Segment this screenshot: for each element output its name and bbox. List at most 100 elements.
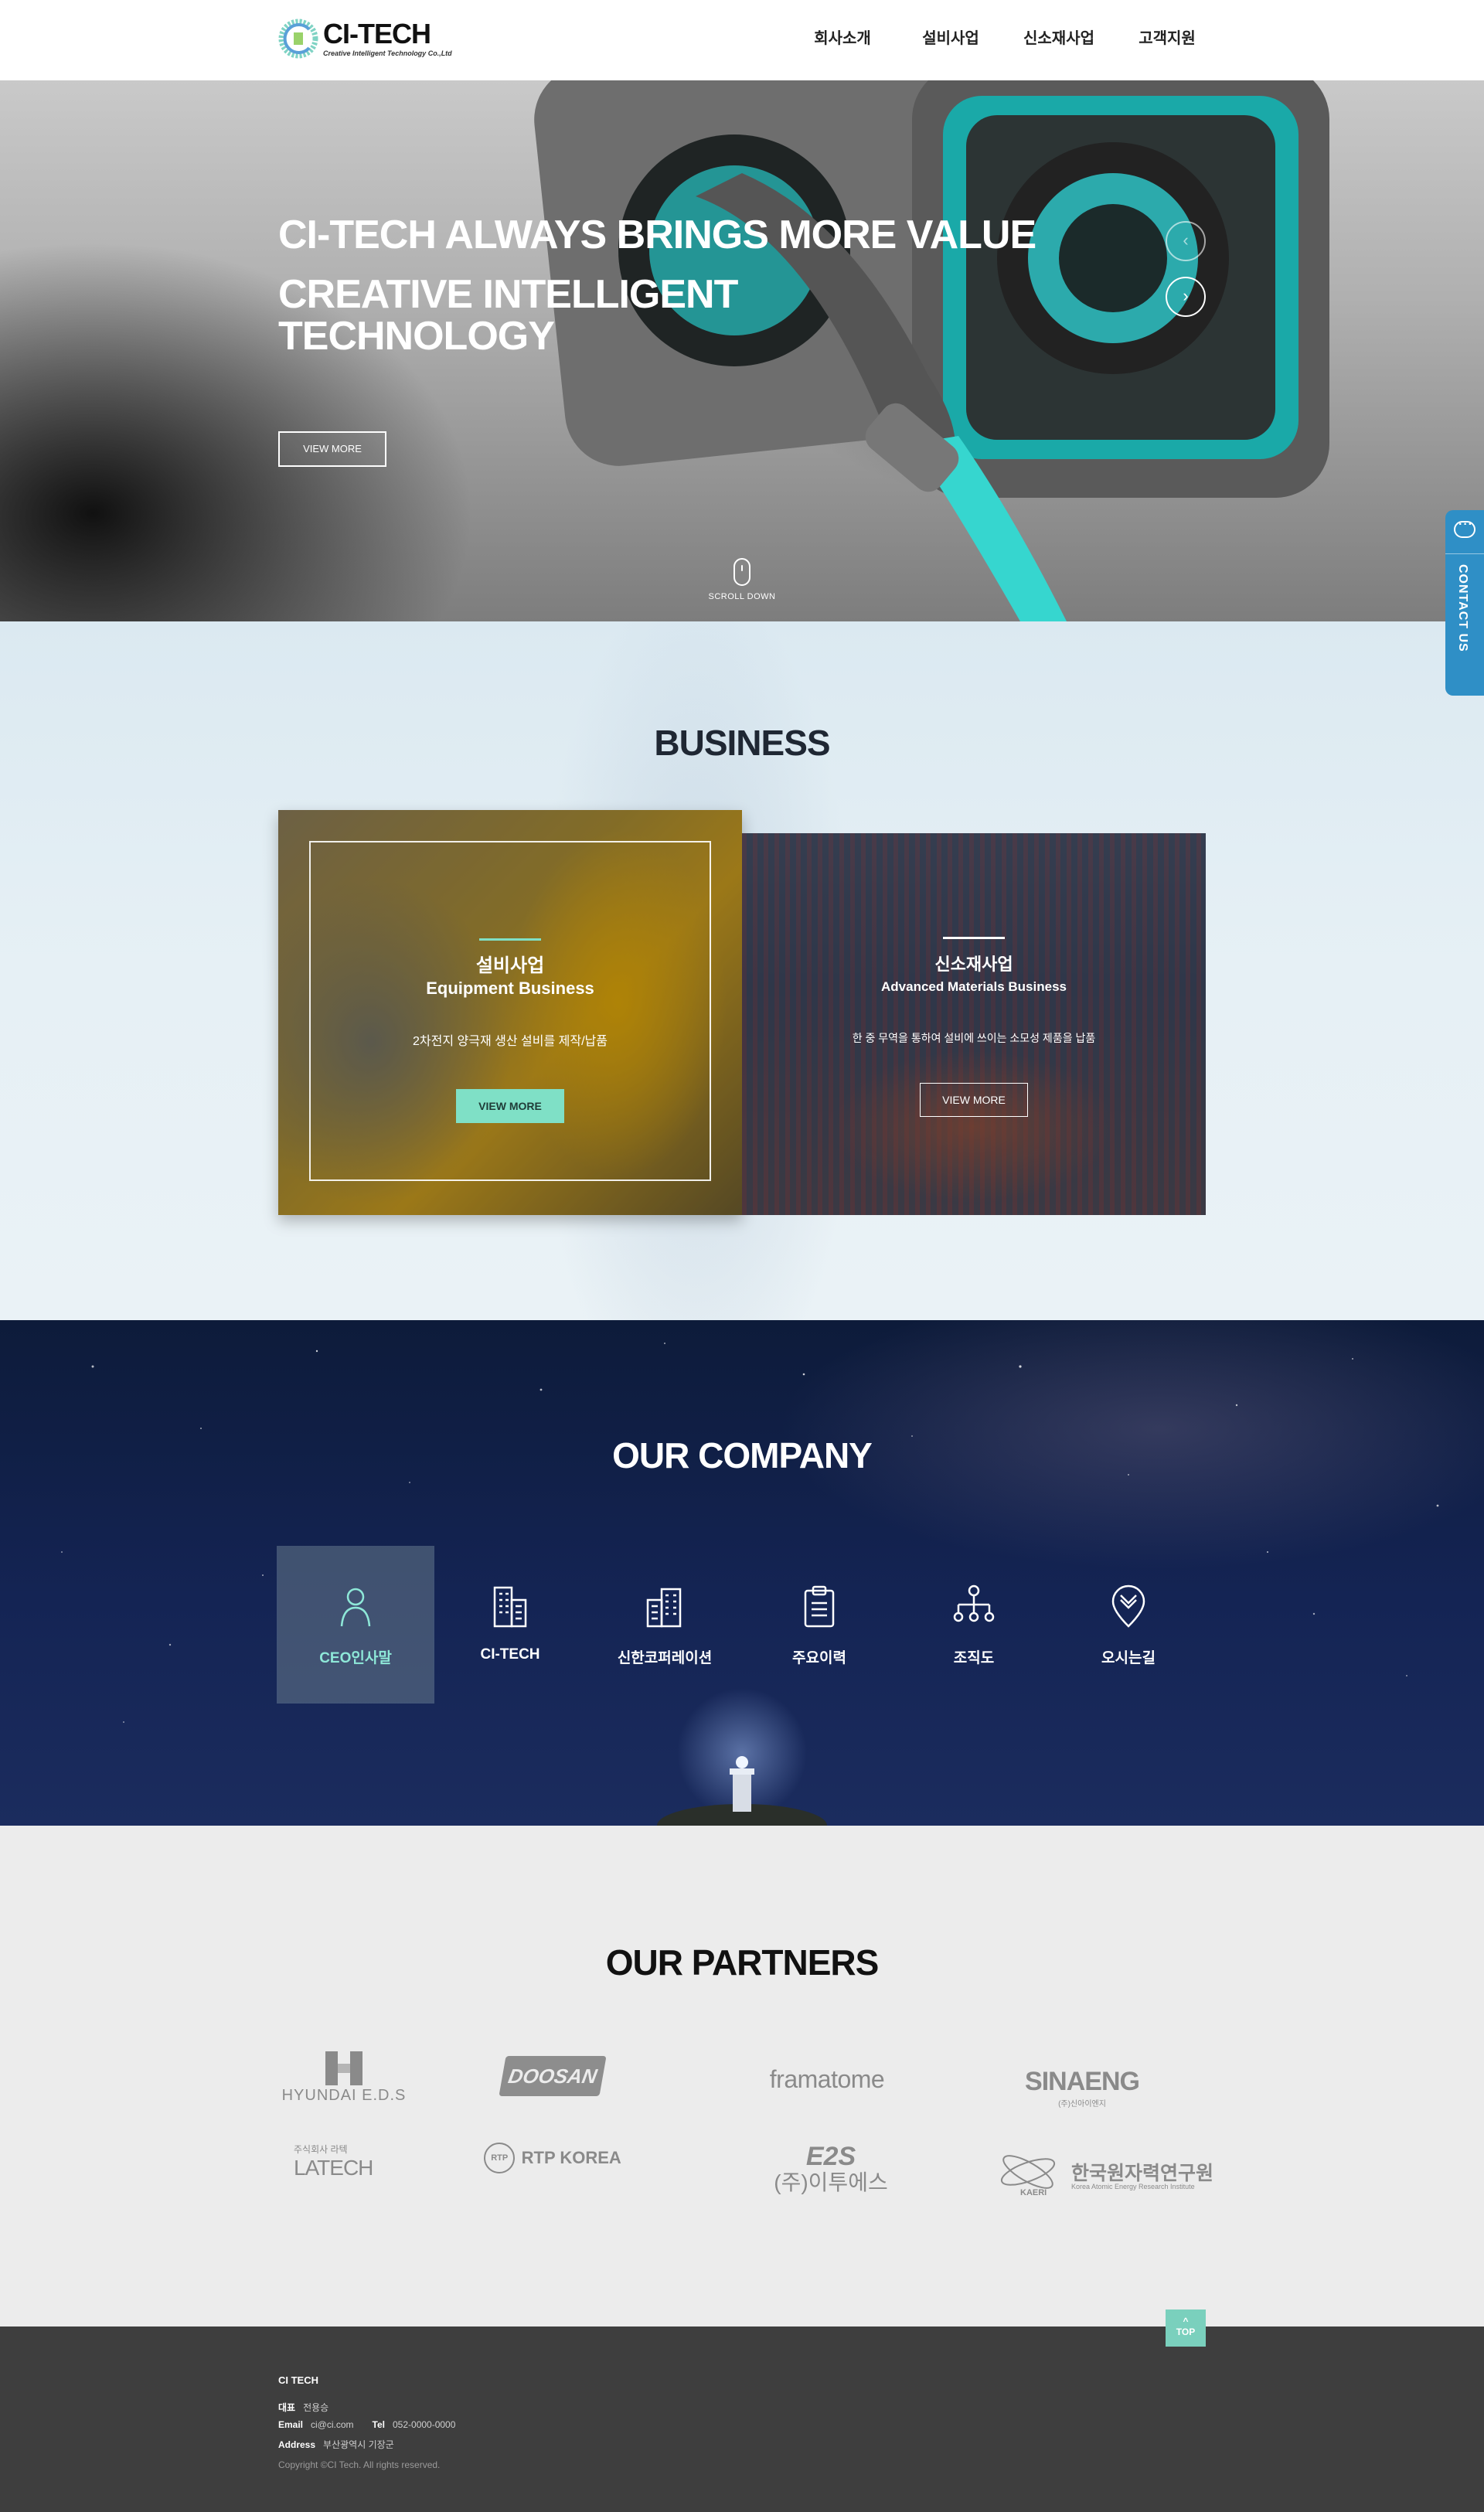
business-section: BUSINESS 설비사업 Equipment Business 2차전지 양극… [0, 621, 1484, 1320]
email-label: Email [278, 2419, 304, 2430]
footer-address: Address 부산광역시 기장군 [278, 2438, 394, 2451]
kaeri-sub: Korea Atomic Energy Research Institute [1071, 2183, 1195, 2190]
company-item-label: CI-TECH [480, 1646, 540, 1663]
company-menu: CEO인사말 CI-TECH 신한코퍼레이션 주요이력 조직도 오시는길 [278, 1547, 1206, 1702]
ceo-value: 전용승 [303, 2402, 329, 2413]
nav-item-materials[interactable]: 신소재사업 [1005, 0, 1113, 80]
partner-logo-sinaeng[interactable]: SINAENG (주)신아이엔지 [1020, 2050, 1144, 2112]
company-item-label: 주요이력 [792, 1650, 846, 1666]
site-header: CI-TECH Creative Intelligent Technology … [0, 0, 1484, 80]
partner-logo-e2s[interactable]: E2S (주)이투에스 [765, 2143, 897, 2204]
sinaeng-name: SINAENG [1025, 2067, 1140, 2096]
nav-item-about[interactable]: 회사소개 [788, 0, 897, 80]
partner-logo-latech[interactable]: 주식회사 라텍 LATECH [286, 2143, 402, 2204]
clipboard-icon [804, 1585, 835, 1628]
chevron-up-icon: ^ [1183, 2316, 1189, 2326]
card-accent-bar [943, 937, 1005, 939]
company-item-label: 신한코퍼레이션 [617, 1650, 713, 1666]
card-title-ko: 신소재사업 [934, 955, 1013, 974]
ceo-label: 대표 [278, 2402, 296, 2413]
mouse-icon [733, 558, 751, 586]
hero-subtitle: CREATIVE INTELLIGENT TECHNOLOGY [278, 272, 738, 359]
site-footer: CI TECH 대표 전용승 Email ci@ci.com Tel 052-0000-… [0, 2326, 1484, 2512]
email-value[interactable]: ci@ci.com [311, 2419, 354, 2430]
card-content: 신소재사업 Advanced Materials Business 한 중 무역… [742, 937, 1206, 1117]
footer-ceo: 대표 전용승 [278, 2401, 328, 2414]
equipment-business-card[interactable]: 설비사업 Equipment Business 2차전지 양극재 생산 설비를 … [278, 810, 742, 1215]
company-item-label: 오시는길 [1101, 1650, 1156, 1666]
hero-view-more-button[interactable]: VIEW MORE [278, 431, 386, 467]
scroll-top-button[interactable]: ^ TOP [1166, 2309, 1206, 2347]
logo-mark-icon [278, 19, 318, 59]
top-label: TOP [1176, 2326, 1196, 2337]
office-building-icon [646, 1588, 682, 1628]
card-content: 설비사업 Equipment Business 2차전지 양극재 생산 설비를 … [278, 938, 742, 1123]
latech-small: 주식회사 라텍 [294, 2144, 348, 2155]
materials-view-more-button[interactable]: VIEW MORE [920, 1083, 1028, 1117]
kaeri-mark-text: KAERI [1020, 2188, 1047, 2197]
hero-banner: CI-TECH ALWAYS BRINGS MORE VALUE CREATIV… [0, 80, 1484, 621]
scroll-down-indicator[interactable]: SCROLL DOWN [703, 558, 781, 601]
partner-logo-hyundai[interactable]: HYUNDAI E.D.S [278, 2050, 410, 2112]
company-item-history[interactable]: 주요이력 [742, 1547, 897, 1702]
logo[interactable]: CI-TECH Creative Intelligent Technology … [278, 17, 464, 63]
kaeri-atom-icon: KAERI [1000, 2155, 1056, 2197]
doosan-name: DOOSAN [499, 2056, 607, 2096]
rtp-mark: RTP [484, 2143, 516, 2173]
latech-name: LATECH [294, 2156, 373, 2180]
scroll-down-label: SCROLL DOWN [708, 592, 776, 601]
logo-brand: CI-TECH [323, 18, 431, 49]
slider-next-button[interactable]: › [1166, 277, 1206, 317]
partner-logo-kaeri[interactable]: KAERI 한국원자력연구원 Korea Atomic Energy Resea… [997, 2143, 1213, 2204]
kaeri-name: 한국원자력연구원 [1071, 2163, 1214, 2184]
company-item-shinhan[interactable]: 신한코퍼레이션 [587, 1547, 742, 1702]
partner-logo-doosan[interactable]: DOOSAN [495, 2050, 611, 2112]
card-title-en: Advanced Materials Business [881, 979, 1067, 994]
framatome-name: framatome [769, 2065, 885, 2093]
card-description: 한 중 무역을 통하여 설비에 쓰이는 소모성 제품을 납품 [852, 1032, 1096, 1044]
contact-us-tab[interactable]: CONTACT US [1445, 510, 1484, 696]
partners-section: OUR PARTNERS HYUNDAI E.D.S DOOSAN framat… [0, 1826, 1484, 2326]
nav-item-support[interactable]: 고객지원 [1113, 0, 1221, 80]
hero-title: CI-TECH ALWAYS BRINGS MORE VALUE [278, 213, 1036, 257]
org-chart-icon [953, 1584, 995, 1622]
footer-copyright: Copyright ©CI Tech. All rights reserved. [278, 2459, 441, 2470]
company-section: OUR COMPANY CEO인사말 CI-TECH 신한코퍼레이션 주요이력 … [0, 1320, 1484, 1826]
sinaeng-sub: (주)신아이엔지 [1058, 2100, 1106, 2109]
slider-prev-button[interactable]: ‹ [1166, 221, 1206, 261]
equipment-view-more-button[interactable]: VIEW MORE [456, 1089, 564, 1123]
contact-us-label: CONTACT US [1456, 564, 1469, 652]
card-accent-bar [479, 938, 541, 941]
company-item-label: 조직도 [953, 1650, 995, 1666]
location-pin-icon [1111, 1584, 1145, 1628]
partner-logo-rtp[interactable]: RTP RTP KOREA [479, 2143, 626, 2204]
materials-business-card[interactable]: 신소재사업 Advanced Materials Business 한 중 무역… [742, 833, 1206, 1215]
address-value: 부산광역시 기장군 [323, 2439, 394, 2450]
company-item-location[interactable]: 오시는길 [1051, 1547, 1206, 1702]
partners-title: OUR PARTNERS [605, 1942, 880, 1983]
e2s-name: (주)이투에스 [774, 2170, 888, 2194]
main-nav: 회사소개 설비사업 신소재사업 고객지원 [788, 0, 1221, 80]
card-title-en: Equipment Business [426, 979, 594, 998]
person-icon [340, 1588, 371, 1627]
address-label: Address [278, 2439, 316, 2450]
company-item-label: CEO인사말 [319, 1650, 392, 1666]
hyundai-name: HYUNDAI E.D.S [281, 2087, 407, 2104]
building-icon [493, 1586, 527, 1628]
card-description: 2차전지 양극재 생산 설비를 제작/납품 [413, 1035, 608, 1048]
company-item-org[interactable]: 조직도 [897, 1547, 1051, 1702]
chat-bubble-icon [1454, 518, 1475, 538]
nav-item-equipment[interactable]: 설비사업 [897, 0, 1005, 80]
partner-logo-framatome[interactable]: framatome [742, 2050, 912, 2112]
business-title: BUSINESS [654, 723, 830, 763]
company-item-ceo[interactable]: CEO인사말 [278, 1547, 433, 1702]
card-title-ko: 설비사업 [475, 955, 545, 976]
tel-value: 052-0000-0000 [393, 2419, 456, 2430]
company-item-citech[interactable]: CI-TECH [433, 1547, 587, 1702]
rtp-name: RTP KOREA [521, 2148, 621, 2167]
hyundai-mark-icon [325, 2051, 362, 2085]
logo-tagline: Creative Intelligent Technology Co.,Ltd [323, 49, 452, 57]
tel-label: Tel [372, 2419, 385, 2430]
e2s-mark: E2S [805, 2142, 856, 2171]
contact-divider [1445, 553, 1484, 554]
